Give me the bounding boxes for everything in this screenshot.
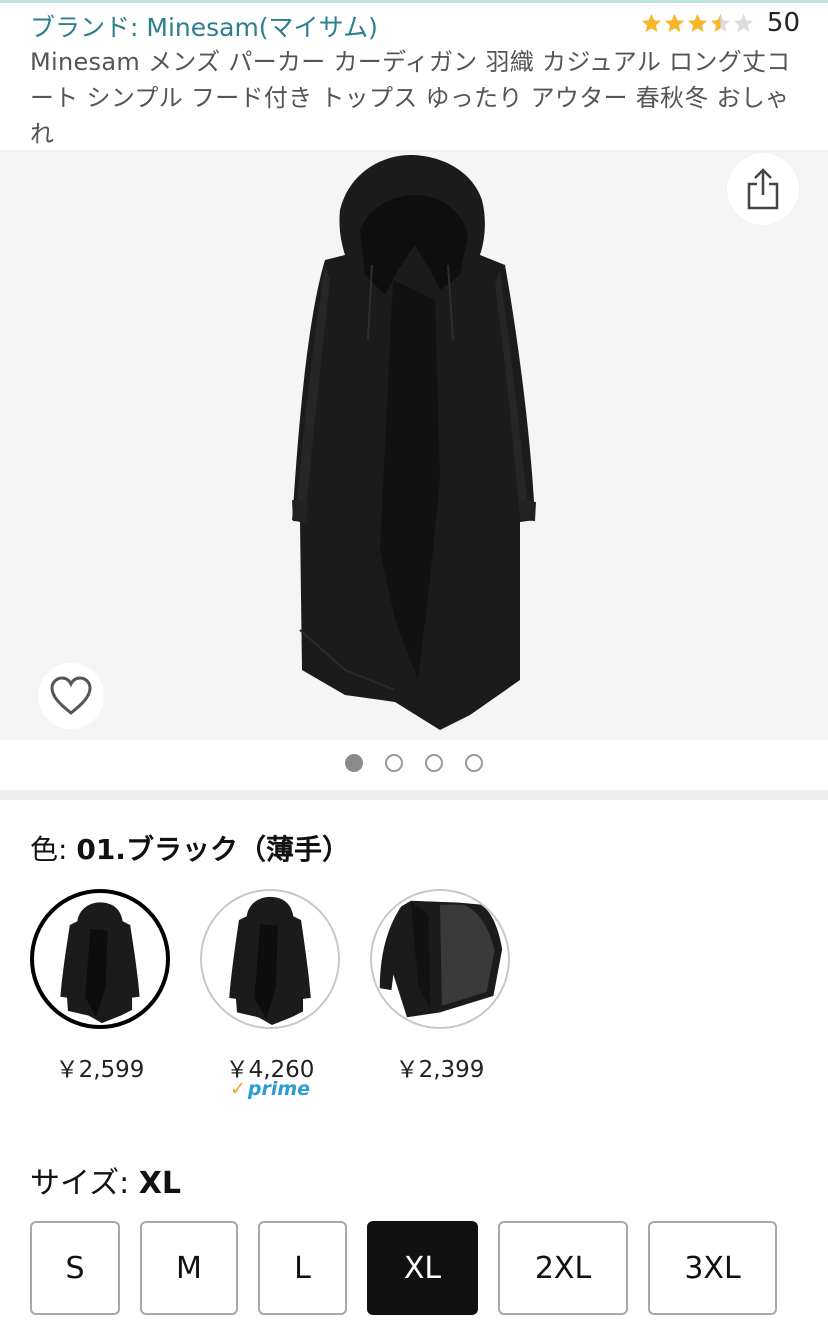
share-button[interactable]	[727, 153, 799, 225]
empty-star-icon	[733, 13, 753, 32]
half-star-icon	[710, 13, 730, 32]
size-button-xl[interactable]: XL	[367, 1221, 478, 1315]
star-rating	[640, 12, 755, 35]
rating[interactable]: 50	[640, 8, 800, 38]
product-title: Minesam メンズ パーカー カーディガン 羽織 カジュアル ロング丈コート…	[30, 48, 791, 148]
brand-link[interactable]: ブランド: Minesam(マイサム)	[30, 8, 378, 44]
swatch-image	[229, 896, 311, 1026]
prime-label: prime	[247, 1078, 311, 1100]
share-icon	[747, 168, 779, 210]
pagination-dot[interactable]	[425, 754, 443, 772]
color-selected-value: 01.ブラック（薄手）	[76, 833, 350, 866]
rating-count: 50	[766, 8, 800, 38]
color-label-key: 色:	[30, 833, 77, 866]
color-swatch-3[interactable]	[370, 889, 510, 1029]
size-label-key: サイズ:	[30, 1166, 139, 1201]
check-icon: ✓	[229, 1078, 246, 1100]
color-price-1: ￥2,599	[55, 1057, 145, 1083]
size-button-s[interactable]: S	[30, 1221, 120, 1315]
section-divider	[0, 790, 828, 800]
pagination-dot[interactable]	[465, 754, 483, 772]
prime-badge: ✓ prime	[200, 1078, 340, 1100]
size-selected-value: XL	[138, 1166, 181, 1201]
color-swatch-2[interactable]	[200, 889, 340, 1029]
star-icon	[664, 13, 684, 32]
color-price-3: ￥2,399	[395, 1057, 485, 1083]
pagination-dot[interactable]	[345, 754, 363, 772]
size-label: サイズ: XL	[30, 1158, 181, 1202]
size-button-2xl[interactable]: 2XL	[498, 1221, 628, 1315]
favorite-button[interactable]	[38, 663, 104, 729]
top-accent-line	[0, 0, 828, 3]
size-button-m[interactable]: M	[140, 1221, 238, 1315]
color-label: 色: 01.ブラック（薄手）	[30, 828, 350, 868]
gallery-pagination[interactable]	[0, 754, 828, 772]
swatch-image	[60, 902, 140, 1024]
color-swatch-1[interactable]	[30, 889, 170, 1029]
swatch-image	[379, 900, 503, 1018]
heart-icon	[50, 676, 92, 715]
size-button-l[interactable]: L	[258, 1221, 347, 1315]
size-button-3xl[interactable]: 3XL	[648, 1221, 777, 1315]
pagination-dot[interactable]	[385, 754, 403, 772]
star-icon	[641, 13, 661, 32]
product-image	[292, 155, 536, 730]
star-icon	[687, 13, 707, 32]
product-image-gallery[interactable]	[0, 150, 828, 740]
